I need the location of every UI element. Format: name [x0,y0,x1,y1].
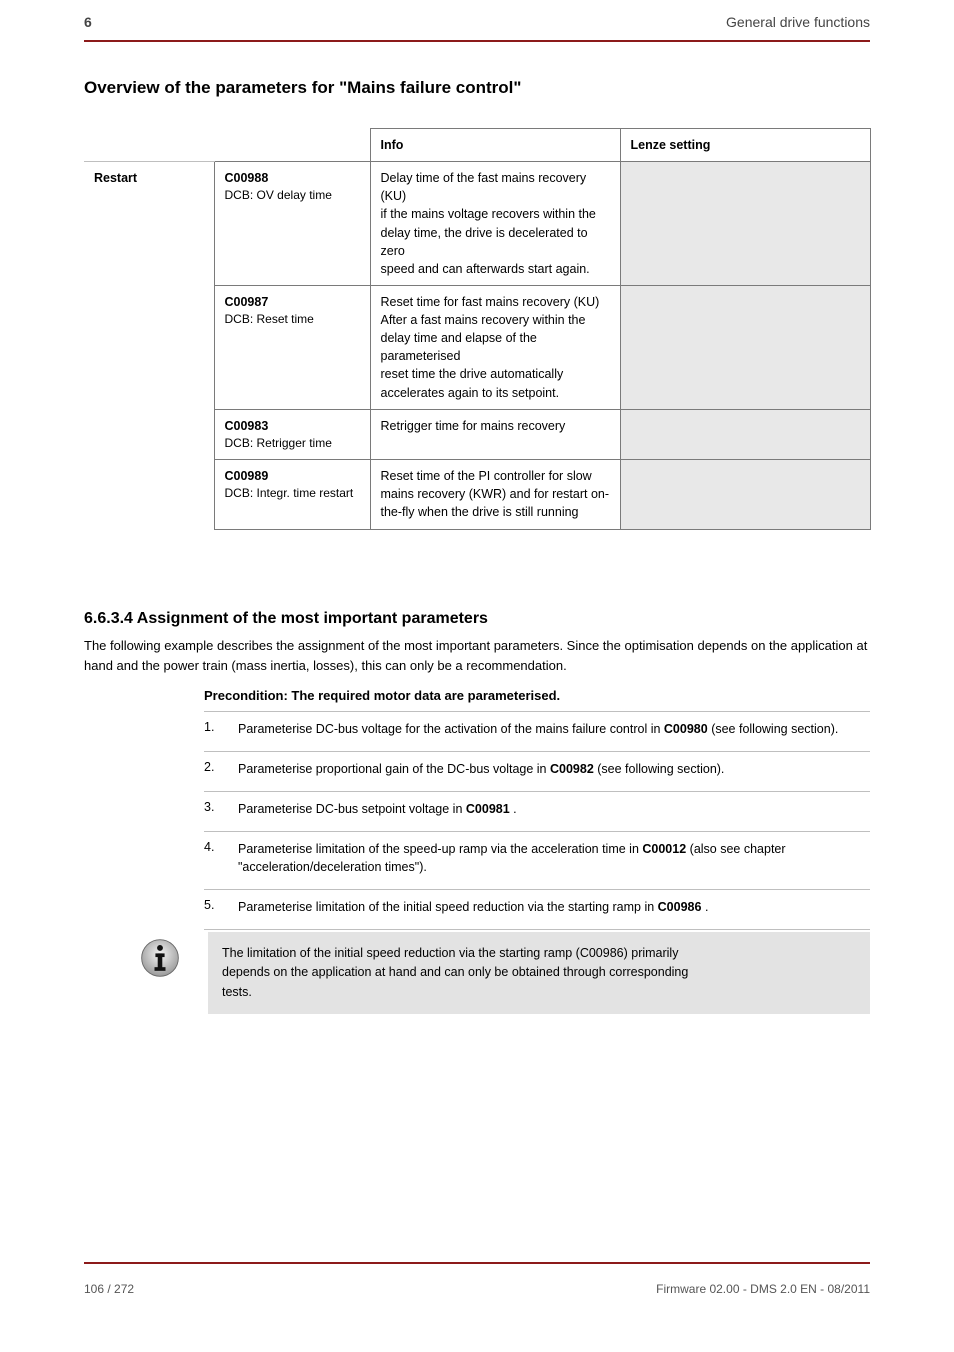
header-col4: Lenze setting [620,129,870,162]
cell-desc: Reset time of the PI controller for slow… [370,460,620,529]
info-icon [138,932,194,988]
step-text: Parameterise limitation of the initial s… [238,898,870,917]
page-root: 6 General drive functions Overview of th… [0,0,954,1352]
section-number: 6 [84,14,92,30]
header-blank [84,129,370,162]
step-text: Parameterise proportional gain of the DC… [238,760,870,779]
info-callout: The limitation of the initial speed redu… [138,932,870,1014]
cell-group [84,285,214,409]
steps-block: Precondition: The required motor data ar… [204,688,870,930]
step-text: Parameterise DC-bus voltage for the acti… [238,720,870,739]
page-footer: 106 / 272 Firmware 02.00 - DMS 2.0 EN - … [84,1282,870,1296]
footer-rule [84,1262,870,1264]
cell-input[interactable] [620,460,870,529]
intro-paragraph: The following example describes the assi… [84,636,870,676]
cell-group [84,460,214,529]
info-text: The limitation of the initial speed redu… [208,932,870,1014]
cell-param: C00989 DCB: Integr. time restart [214,460,370,529]
main-heading: Overview of the parameters for "Mains fa… [84,78,521,98]
cell-input[interactable] [620,285,870,409]
assignment-block: 6.6.3.4 Assignment of the most important… [84,610,870,1014]
running-title: General drive functions [726,14,870,30]
precondition: Precondition: The required motor data ar… [204,688,870,703]
cell-desc: Delay time of the fast mains recovery (K… [370,162,620,286]
footer-right: Firmware 02.00 - DMS 2.0 EN - 08/2011 [656,1282,870,1296]
cell-param: C00988 DCB: OV delay time [214,162,370,286]
step-number: 5. [204,898,226,917]
cell-param: C00983 DCB: Retrigger time [214,409,370,460]
step-row: 1. Parameterise DC-bus voltage for the a… [204,711,870,751]
step-text: Parameterise DC-bus setpoint voltage in … [238,800,870,819]
cell-group [84,409,214,460]
cell-group: Restart [84,162,214,286]
step-number: 1. [204,720,226,739]
header-rule [84,40,870,42]
parameter-table: Info Lenze setting Restart C00988 DCB: O… [84,128,871,530]
step-text: Parameterise limitation of the speed-up … [238,840,870,878]
step-row: 2. Parameterise proportional gain of the… [204,751,870,791]
step-number: 4. [204,840,226,878]
step-row: 5. Parameterise limitation of the initia… [204,889,870,930]
footer-left: 106 / 272 [84,1282,134,1296]
cell-desc: Reset time for fast mains recovery (KU) … [370,285,620,409]
cell-input[interactable] [620,162,870,286]
step-row: 3. Parameterise DC-bus setpoint voltage … [204,791,870,831]
cell-input[interactable] [620,409,870,460]
cell-desc: Retrigger time for mains recovery [370,409,620,460]
step-row: 4. Parameterise limitation of the speed-… [204,831,870,890]
step-number: 3. [204,800,226,819]
cell-param: C00987 DCB: Reset time [214,285,370,409]
subsection-heading: 6.6.3.4 Assignment of the most important… [84,610,870,628]
header-col3: Info [370,129,620,162]
step-number: 2. [204,760,226,779]
